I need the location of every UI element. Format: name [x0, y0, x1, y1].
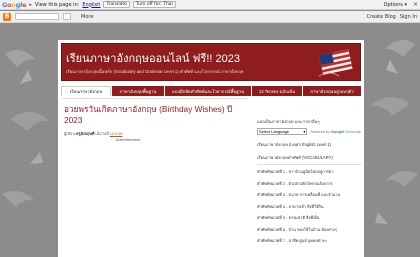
chevron-down-icon: ▾ — [303, 129, 306, 134]
background-decoration-left — [2, 50, 50, 207]
options-menu[interactable]: Options ▾ — [384, 2, 407, 8]
vocab-widget: เรียนภาษาอังกฤษคำศัพท์ (VOCABULARY) คำศั… — [257, 154, 361, 244]
tab-english-around[interactable]: ภาษาอังกฤษอยู่รอบๆตัว — [303, 86, 361, 96]
tab-basic-english[interactable]: ภาษาอังกฤษพื้นฐาน — [112, 86, 164, 96]
post-author[interactable]: ครูอังกฤษที่ — [76, 132, 94, 136]
sign-in-link[interactable]: Sign In — [400, 14, 417, 20]
list-item: คำศัพท์หมวดที่ 6 - บ้าน ของใช้ในบ้าน ห้อ… — [257, 227, 361, 233]
translate-widget: Select Language ▾ Powered by Google Tran… — [257, 128, 361, 135]
language-select[interactable]: Select Language ▾ — [257, 128, 308, 135]
vocab-link-1[interactable]: คำศัพท์หมวดที่ 1 - ชาวบ้านอูนิตโทบลลูการ… — [257, 169, 334, 174]
vocab-heading: เรียนภาษาอังกฤษคำศัพท์ (VOCABULARY) — [257, 155, 333, 160]
vocab-link-5[interactable]: คำศัพท์หมวดที่ 5 - ธรรมชาติ สิ่งที่เห็น — [257, 215, 319, 220]
close-icon[interactable]: × — [413, 1, 418, 8]
more-menu[interactable]: More — [81, 14, 93, 20]
view-page-text: View this page in: — [34, 1, 80, 8]
background-decoration-right — [370, 40, 418, 224]
advertisement-label: Advertisement — [116, 138, 141, 142]
list-item: คำศัพท์หมวดที่ 2 - ตัวอย่างสัตว์พรรณลิงล… — [257, 181, 361, 187]
list-item: คำศัพท์หมวดที่ 3 - ขนาด การเคลื่อนที่ แล… — [257, 192, 361, 198]
sidebar-section-heading[interactable]: เรียนภาษาอังกฤษ (Learn English Level 1) — [257, 141, 361, 148]
list-item: คำศัพท์หมวดที่ 7 - อาชีพ ศูนย์ บุคคลต่าง… — [257, 238, 361, 244]
translate-button[interactable]: Translate — [103, 1, 130, 8]
vocab-link-2[interactable]: คำศัพท์หมวดที่ 2 - ตัวอย่างสัตว์พรรณลิงล… — [257, 181, 333, 186]
post-date[interactable]: 10.6.65 — [110, 132, 123, 136]
turn-off-button[interactable]: Turn off for: Thai — [132, 1, 176, 8]
blog-container: เรียนภาษาอังกฤษออนไลน์ ฟรี!! 2023 เรียนภ… — [58, 40, 364, 257]
list-item: คำศัพท์หมวดที่ 1 - ชาวบ้านอูนิตโทบลลูการ… — [257, 169, 361, 175]
flag-icon — [318, 49, 353, 77]
divider — [257, 164, 361, 165]
blog-title[interactable]: เรียนภาษาอังกฤษออนไลน์ ฟรี!! 2023 — [66, 49, 240, 67]
blogger-icon[interactable]: B — [3, 12, 11, 21]
tab-exercises[interactable]: แบบฝึกหัดคำศัพท์และไวยากรณ์พื้นฐาน — [165, 86, 251, 96]
translate-widget-heading: แปลเป็นภาษาอังกฤษ และภาษาอื่นๆ — [257, 119, 320, 124]
list-item: คำศัพท์หมวดที่ 5 - ธรรมชาติ สิ่งที่เห็น — [257, 215, 361, 221]
post-meta: ผู้เขียน ครูอังกฤษที่ เมื่อวันที่ 10.6.6… — [64, 132, 123, 136]
create-blog-link[interactable]: Create Blog — [367, 14, 396, 20]
tab-12-tenses[interactable]: 12 Tenses ฉบับเข้ม — [252, 86, 302, 96]
google-logo: Google — [2, 0, 27, 9]
language-select-link[interactable]: English — [82, 2, 100, 8]
vocab-link-7[interactable]: คำศัพท์หมวดที่ 7 - อาชีพ ศูนย์ บุคคลต่าง… — [257, 238, 327, 243]
vocab-list: คำศัพท์หมวดที่ 1 - ชาวบ้านอูนิตโทบลลูการ… — [257, 169, 361, 244]
blog-header: เรียนภาษาอังกฤษออนไลน์ ฟรี!! 2023 เรียนภ… — [61, 43, 361, 81]
page-icon: ▸ — [29, 1, 32, 8]
vocab-link-3[interactable]: คำศัพท์หมวดที่ 3 - ขนาด การเคลื่อนที่ แล… — [257, 192, 340, 197]
post-divider — [62, 98, 247, 99]
blog-description: เรียนภาษาอังกฤษเนื้อหลัก (Vocabulary and… — [66, 69, 244, 74]
search-button[interactable] — [63, 13, 71, 20]
list-item: คำศัพท์หมวดที่ 4 - อาหารเช้า สิ่งที่ใช้ก… — [257, 204, 361, 210]
tab-learn-english[interactable]: เรียนภาษาอังกฤษ — [61, 86, 111, 96]
translate-bar: Google ▸ View this page in: English Tran… — [0, 0, 420, 10]
blogger-navbar: B More Create Blog Sign In — [0, 11, 420, 23]
vocab-link-6[interactable]: คำศัพท์หมวดที่ 6 - บ้าน ของใช้ในบ้าน ห้อ… — [257, 227, 337, 232]
powered-by-google: Powered by Google Translate — [310, 129, 361, 134]
sidebar: แปลเป็นภาษาอังกฤษ และภาษาอื่นๆ Select La… — [257, 118, 361, 250]
vocab-link-4[interactable]: คำศัพท์หมวดที่ 4 - อาหารเช้า สิ่งที่ใช้ก… — [257, 204, 324, 209]
blog-search-input[interactable] — [15, 13, 59, 20]
post-title[interactable]: อวยพรวันเกิดภาษาอังกฤษ (Birthday Wishes)… — [64, 104, 244, 126]
tab-bar: เรียนภาษาอังกฤษ ภาษาอังกฤษพื้นฐาน แบบฝึก… — [61, 86, 361, 96]
